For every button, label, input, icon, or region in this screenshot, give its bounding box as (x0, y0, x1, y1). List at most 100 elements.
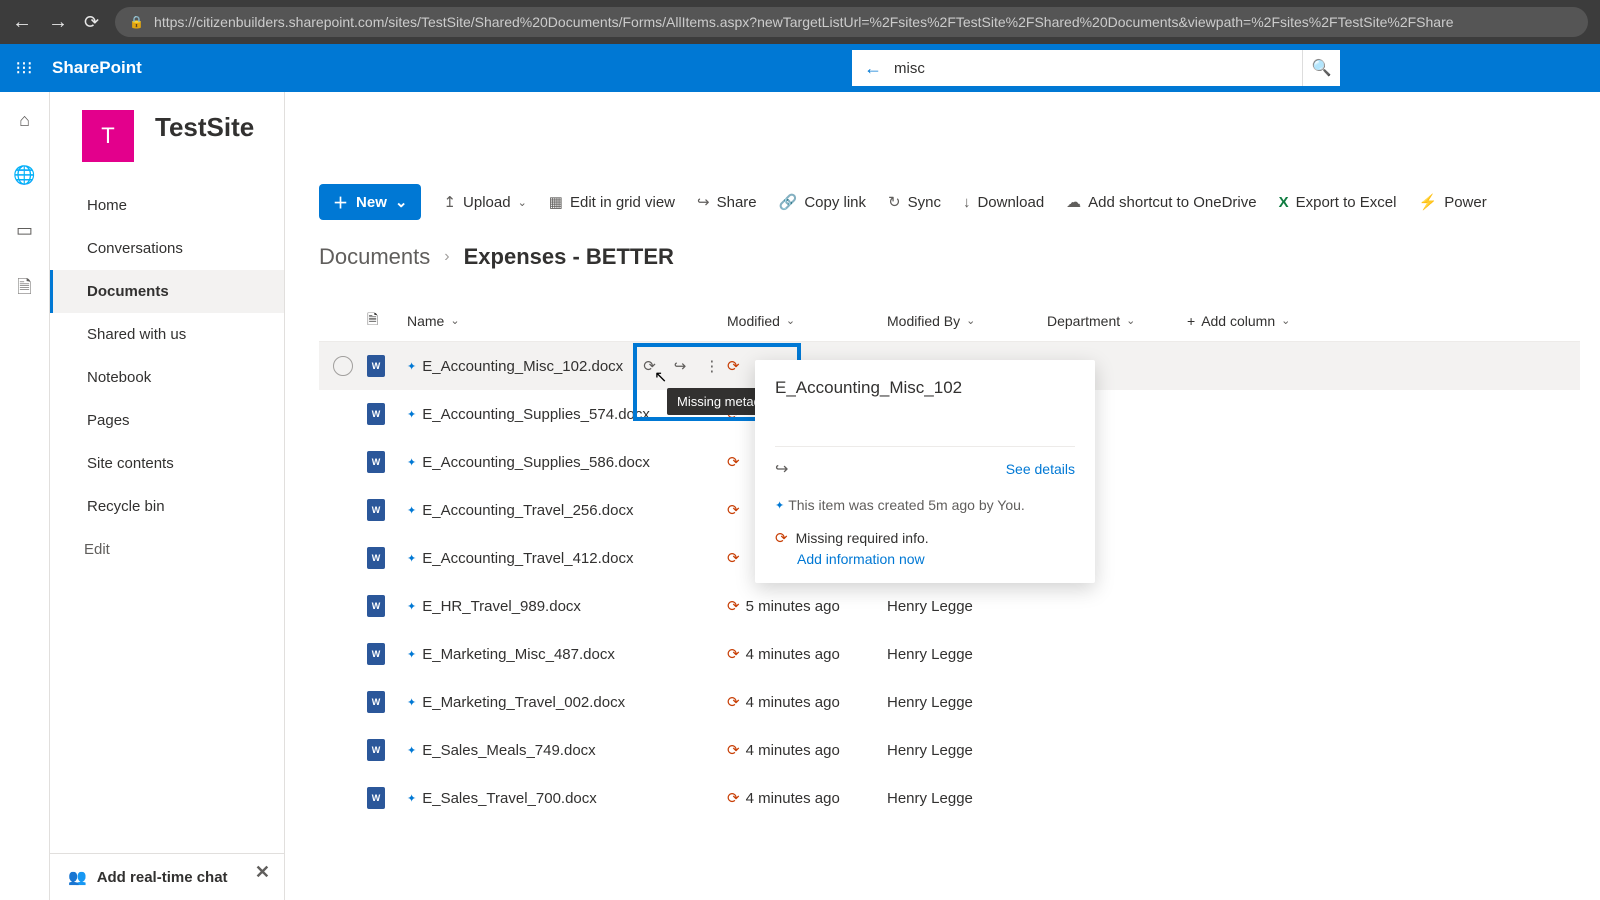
modified-by-text[interactable]: Henry Legge (887, 790, 973, 807)
file-name[interactable]: E_Accounting_Supplies_586.docx (422, 454, 650, 471)
shortcut-button[interactable]: ☁Add shortcut to OneDrive (1066, 193, 1256, 211)
download-button[interactable]: ↓Download (963, 194, 1044, 211)
edit-grid-button[interactable]: ▦Edit in grid view (549, 193, 675, 211)
nav-item-shared-with-us[interactable]: Shared with us (50, 313, 284, 356)
table-header: 🗎 Name⌄ Modified⌄ Modified By⌄ Departmen… (319, 300, 1580, 342)
see-details-link[interactable]: See details (1006, 461, 1075, 477)
word-doc-icon (367, 643, 385, 665)
browser-back-icon[interactable]: ← (12, 11, 32, 34)
nav-item-home[interactable]: Home (50, 184, 284, 227)
column-modified[interactable]: Modified⌄ (727, 313, 887, 329)
nav-item-site-contents[interactable]: Site contents (50, 442, 284, 485)
news-icon[interactable]: ▭ (16, 220, 33, 241)
browser-url-text: https://citizenbuilders.sharepoint.com/s… (154, 14, 1453, 30)
upload-button[interactable]: ↥Upload⌄ (443, 193, 526, 211)
more-icon[interactable]: ⋮ (704, 357, 719, 375)
table-row[interactable]: ✦E_HR_Travel_989.docx⟳ 5 minutes agoHenr… (319, 582, 1580, 630)
breadcrumb-current: Expenses - BETTER (464, 244, 674, 270)
missing-metadata-icon[interactable]: ⟳ (727, 549, 740, 567)
home-icon[interactable]: ⌂ (19, 110, 30, 131)
files-icon[interactable]: 🗎 (17, 275, 31, 305)
column-department[interactable]: Department⌄ (1047, 313, 1187, 329)
browser-reload-icon[interactable]: ⟳ (84, 12, 99, 33)
nav-item-documents[interactable]: Documents (50, 270, 284, 313)
file-type-icon: 🗎 (367, 309, 407, 333)
copy-link-button[interactable]: 🔗Copy link (779, 193, 866, 211)
missing-metadata-icon[interactable]: ⟳ (727, 597, 740, 615)
search-box[interactable]: ← (852, 50, 1302, 86)
globe-icon[interactable]: 🌐 (13, 165, 35, 186)
column-modified-by[interactable]: Modified By⌄ (887, 313, 1047, 329)
modified-by-text[interactable]: Henry Legge (887, 646, 973, 663)
teams-icon: 👥 (68, 868, 87, 886)
file-name[interactable]: E_Accounting_Misc_102.docx (422, 358, 623, 375)
sparkle-icon: ✦ (407, 648, 416, 661)
browser-url-bar[interactable]: 🔒 https://citizenbuilders.sharepoint.com… (115, 7, 1588, 37)
nav-edit-link[interactable]: Edit (50, 528, 284, 571)
brand-label[interactable]: SharePoint (48, 58, 142, 78)
missing-metadata-icon[interactable]: ⟳ (727, 501, 740, 519)
modified-text: 4 minutes ago (746, 742, 840, 759)
missing-metadata-icon[interactable]: ⟳ (727, 789, 740, 807)
share-icon[interactable]: ↪ (775, 459, 788, 479)
file-name[interactable]: E_Marketing_Misc_487.docx (422, 646, 615, 663)
table-row[interactable]: ✦E_Marketing_Travel_002.docx⟳ 4 minutes … (319, 678, 1580, 726)
add-column-button[interactable]: +Add column⌄ (1187, 313, 1327, 329)
missing-metadata-icon[interactable]: ⟳ (727, 693, 740, 711)
power-icon: ⚡ (1419, 193, 1438, 211)
nav-item-conversations[interactable]: Conversations (50, 227, 284, 270)
app-launcher-icon[interactable]: ⁝⁝⁝ (0, 44, 48, 92)
nav-item-notebook[interactable]: Notebook (50, 356, 284, 399)
modified-text: 4 minutes ago (746, 646, 840, 663)
missing-metadata-icon[interactable]: ⟳ (727, 453, 740, 471)
app-rail: ⌂ 🌐 ▭ 🗎 (0, 92, 50, 900)
search-back-icon[interactable]: ← (864, 58, 882, 79)
missing-metadata-icon[interactable]: ⟳ (643, 357, 656, 375)
nav-item-recycle-bin[interactable]: Recycle bin (50, 485, 284, 528)
link-icon: 🔗 (779, 193, 798, 211)
word-doc-icon (367, 595, 385, 617)
column-name[interactable]: Name⌄ (407, 313, 727, 329)
nav-item-pages[interactable]: Pages (50, 399, 284, 442)
missing-metadata-icon[interactable]: ⟳ (727, 357, 740, 375)
word-doc-icon (367, 451, 385, 473)
new-button[interactable]: ＋ New ⌄ (319, 184, 421, 220)
word-doc-icon (367, 547, 385, 569)
browser-forward-icon[interactable]: → (48, 11, 68, 34)
row-select-circle[interactable] (333, 356, 353, 376)
search-input[interactable] (894, 60, 1290, 77)
modified-by-text[interactable]: Henry Legge (887, 598, 973, 615)
export-excel-button[interactable]: XExport to Excel (1279, 194, 1397, 211)
missing-metadata-icon[interactable]: ⟳ (727, 645, 740, 663)
share-button[interactable]: ↪Share (697, 193, 757, 211)
file-name[interactable]: E_Accounting_Travel_256.docx (422, 502, 633, 519)
nav-list: HomeConversationsDocumentsShared with us… (50, 180, 284, 528)
table-row[interactable]: ✦E_Sales_Meals_749.docx⟳ 4 minutes agoHe… (319, 726, 1580, 774)
add-information-link[interactable]: Add information now (797, 551, 1075, 567)
modified-by-text[interactable]: Henry Legge (887, 694, 973, 711)
file-name[interactable]: E_Sales_Meals_749.docx (422, 742, 595, 759)
share-icon[interactable]: ↪ (674, 357, 687, 375)
site-title[interactable]: TestSite (155, 112, 1470, 143)
sync-button[interactable]: ↻Sync (888, 193, 941, 211)
power-button[interactable]: ⚡Power (1419, 193, 1487, 211)
modified-by-text[interactable]: Henry Legge (887, 742, 973, 759)
file-name[interactable]: E_HR_Travel_989.docx (422, 598, 581, 615)
close-icon[interactable]: ✕ (255, 862, 270, 883)
chat-promo[interactable]: 👥 Add real-time chat ✕ (50, 853, 284, 900)
missing-metadata-icon[interactable]: ⟳ (727, 741, 740, 759)
file-name[interactable]: E_Sales_Travel_700.docx (422, 790, 597, 807)
file-name[interactable]: E_Accounting_Travel_412.docx (422, 550, 633, 567)
table-row[interactable]: ✦ E_Marketing_Misc_487.docx ⟳ 4 minutes ag… (319, 630, 1580, 678)
table-row[interactable]: ✦E_Sales_Travel_700.docx⟳ 4 minutes agoH… (319, 774, 1580, 822)
word-doc-icon (367, 787, 385, 809)
command-bar: ＋ New ⌄ ↥Upload⌄ ▦Edit in grid view ↪Sha… (319, 180, 1600, 224)
word-doc-icon (367, 355, 385, 377)
site-logo[interactable]: T (82, 110, 134, 162)
file-name[interactable]: E_Accounting_Supplies_574.docx (422, 406, 650, 423)
lock-icon: 🔒 (129, 15, 144, 29)
search-button[interactable]: 🔍 (1302, 50, 1340, 86)
breadcrumb-root[interactable]: Documents (319, 244, 430, 270)
upload-icon: ↥ (443, 193, 456, 211)
file-name[interactable]: E_Marketing_Travel_002.docx (422, 694, 625, 711)
